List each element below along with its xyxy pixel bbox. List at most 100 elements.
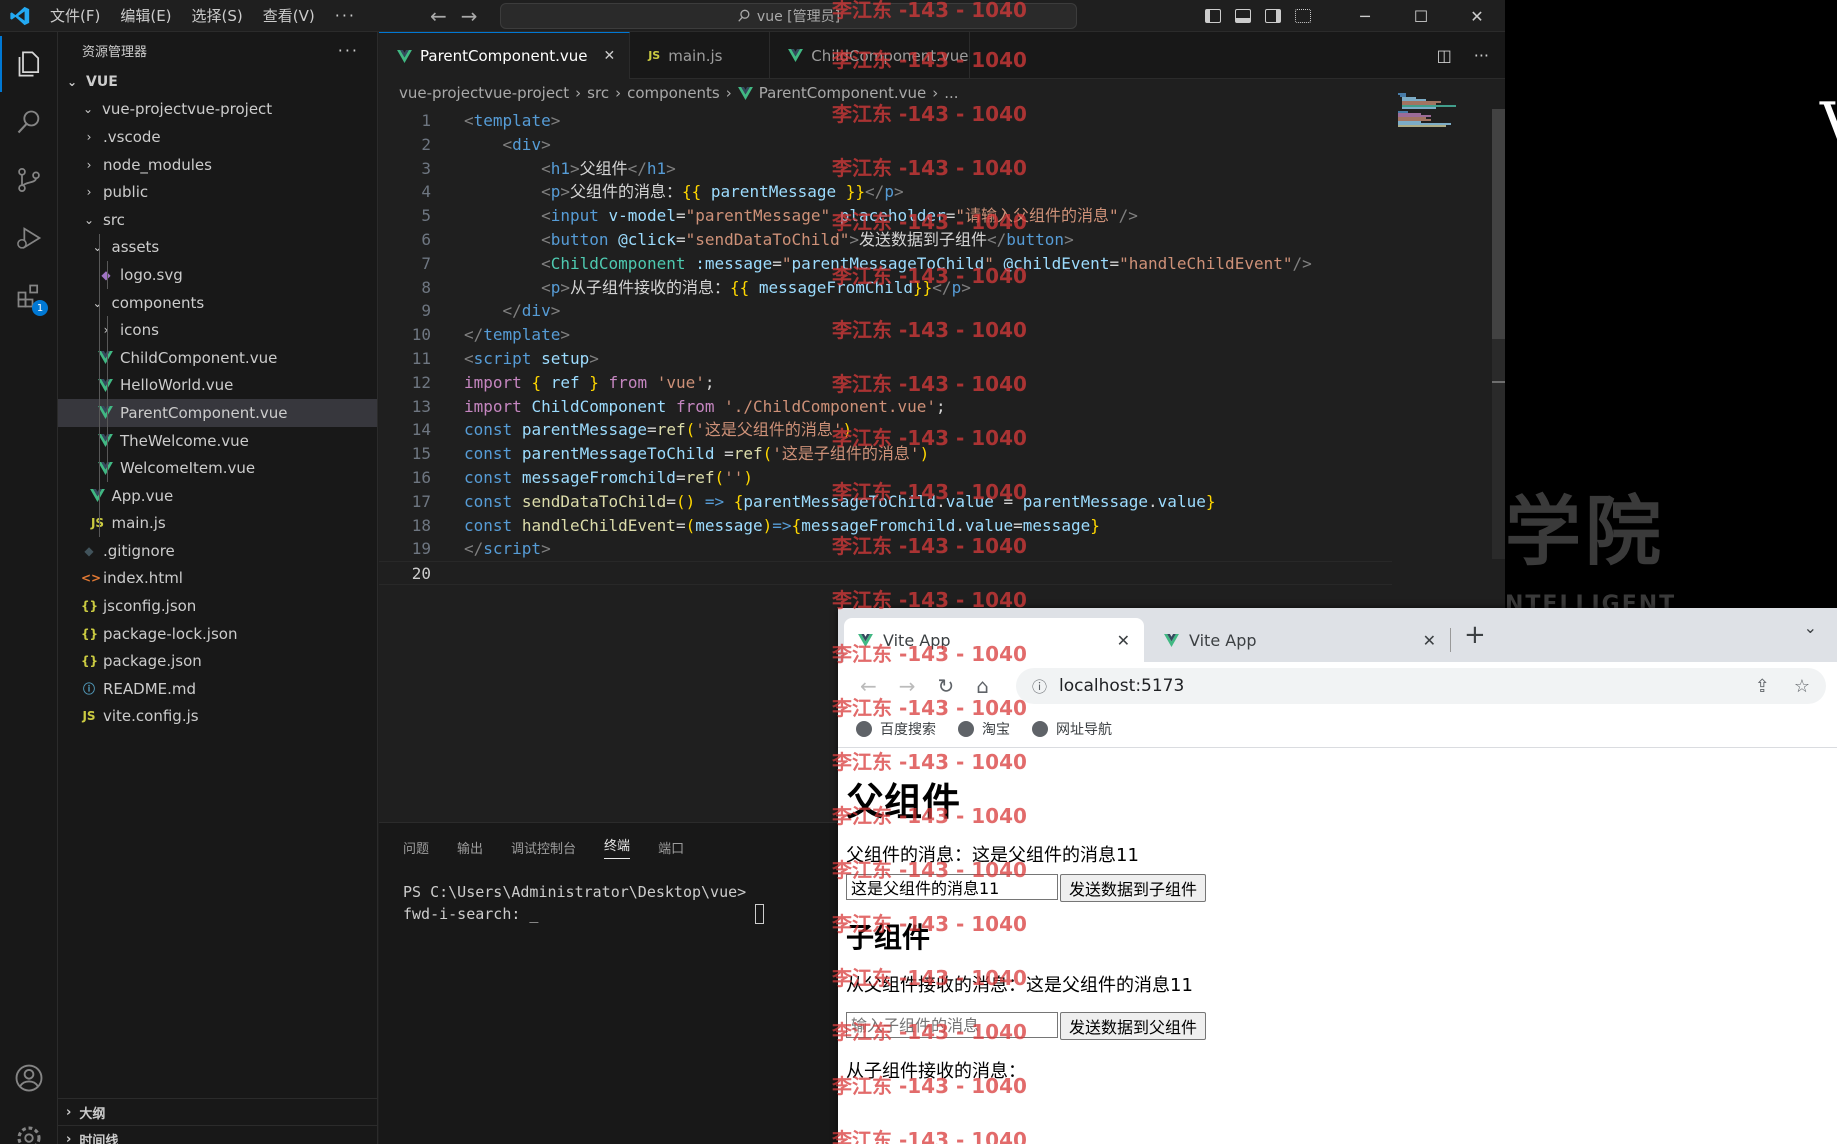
file-item[interactable]: JS main.js: [58, 509, 377, 538]
menu-item[interactable]: 查看(V): [253, 0, 325, 32]
tab-main-js[interactable]: JS main.js: [630, 32, 771, 79]
file-item[interactable]: App.vue: [58, 481, 377, 510]
folder-item[interactable]: › node_modules: [58, 151, 377, 179]
toggle-sidebar-icon[interactable]: [1205, 9, 1221, 23]
tab-ports[interactable]: 端口: [658, 838, 684, 857]
folder-item[interactable]: › icons: [58, 316, 377, 344]
file-item[interactable]: WelcomeItem.vue: [58, 454, 377, 482]
minimap[interactable]: [1396, 92, 1466, 132]
tab-terminal[interactable]: 终端: [604, 835, 631, 859]
code-line: 11 <script setup>: [411, 348, 599, 368]
chevron-right-icon: ›: [86, 129, 92, 144]
project-folder[interactable]: ⌄ vue-projectvue-project: [58, 96, 377, 124]
workspace-root[interactable]: ⌄ VUE: [58, 68, 377, 96]
browser-tab[interactable]: Vite App ✕: [1150, 618, 1450, 662]
send-to-child-button[interactable]: 发送数据到子组件: [1060, 874, 1207, 902]
split-editor-icon[interactable]: ◫: [1437, 46, 1452, 65]
bookmark-item[interactable]: 网址导航: [1032, 719, 1112, 739]
indent-guide: [98, 454, 100, 482]
file-item[interactable]: {} jsconfig.json: [58, 592, 377, 620]
browser-tab-active[interactable]: Vite App ✕: [844, 618, 1144, 662]
minimize-button[interactable]: ─: [1337, 0, 1393, 32]
tab-problems[interactable]: 问题: [403, 838, 429, 857]
chevron-down-icon: ⌄: [82, 102, 94, 117]
menu-more-button[interactable]: ···: [325, 6, 366, 25]
forward-arrow-icon[interactable]: →: [899, 674, 916, 698]
file-item[interactable]: ⓘ README.md: [58, 675, 377, 703]
forward-arrow-icon[interactable]: →: [461, 4, 478, 28]
file-item[interactable]: HelloWorld.vue: [58, 371, 377, 400]
file-item[interactable]: ChildComponent.vue: [58, 343, 377, 372]
timeline-section[interactable]: › 时间线: [58, 1125, 378, 1144]
back-arrow-icon[interactable]: ←: [430, 4, 447, 28]
code-editor[interactable]: 1 <template> 2 <div> 3 <h1>父组件</h1> 4 <p>…: [379, 109, 1479, 609]
bookmark-item[interactable]: 淘宝: [958, 719, 1010, 739]
breadcrumb-item[interactable]: src: [587, 84, 609, 102]
send-to-parent-button[interactable]: 发送数据到父组件: [1060, 1012, 1207, 1040]
chevron-right-icon: ›: [932, 84, 939, 102]
editor-scrollbar[interactable]: [1492, 109, 1505, 559]
file-item[interactable]: {} package-lock.json: [58, 620, 377, 648]
file-item[interactable]: ◆ .gitignore: [58, 537, 377, 565]
file-item[interactable]: JS vite.config.js: [58, 703, 377, 731]
outline-label: 大纲: [79, 1106, 106, 1122]
menu-item[interactable]: 选择(S): [182, 0, 253, 32]
file-item[interactable]: ◆ logo.svg: [58, 261, 377, 289]
file-item[interactable]: TheWelcome.vue: [58, 426, 377, 455]
tab-search-icon[interactable]: ⌄: [1804, 618, 1817, 637]
menu-item[interactable]: 文件(F): [40, 0, 110, 32]
indent-guide: [98, 481, 100, 510]
more-actions-icon[interactable]: ···: [1474, 46, 1489, 65]
account-icon[interactable]: [0, 1050, 58, 1106]
extensions-icon[interactable]: 1: [0, 268, 58, 324]
vue-file-icon: [98, 378, 114, 392]
close-window-button[interactable]: ✕: [1449, 0, 1505, 32]
reload-icon[interactable]: ↻: [938, 674, 955, 698]
bookmark-item[interactable]: 百度搜索: [856, 719, 936, 739]
address-bar[interactable]: ⓘ localhost:5173 ⇪ ☆: [1016, 668, 1826, 704]
folder-item[interactable]: ⌄ components: [58, 288, 377, 317]
settings-gear-icon[interactable]: [0, 1110, 58, 1144]
file-item[interactable]: ParentComponent.vue: [58, 399, 377, 427]
folder-item[interactable]: › public: [58, 178, 377, 206]
parent-message-input[interactable]: [846, 874, 1058, 900]
close-tab-icon[interactable]: ✕: [1423, 631, 1436, 650]
folder-item[interactable]: ⌄ assets: [58, 233, 377, 262]
file-item[interactable]: {} package.json: [58, 647, 377, 675]
tab-debug-console[interactable]: 调试控制台: [511, 838, 576, 857]
tab-parentcomponent[interactable]: ParentComponent.vue ✕: [379, 32, 631, 79]
source-control-icon[interactable]: [0, 152, 58, 208]
file-item[interactable]: <> index.html: [58, 565, 377, 593]
back-arrow-icon[interactable]: ←: [860, 674, 877, 698]
close-tab-icon[interactable]: ✕: [1117, 631, 1130, 650]
breadcrumb-item[interactable]: vue-projectvue-project: [399, 84, 569, 102]
share-icon[interactable]: ⇪: [1755, 676, 1770, 697]
child-message-input[interactable]: [846, 1012, 1058, 1038]
customize-layout-icon[interactable]: [1295, 9, 1311, 23]
outline-section[interactable]: › 大纲: [58, 1098, 378, 1125]
search-icon[interactable]: [0, 94, 58, 150]
scrollbar-thumb[interactable]: [1492, 109, 1505, 339]
maximize-button[interactable]: ☐: [1393, 0, 1449, 32]
tab-output[interactable]: 输出: [457, 838, 483, 857]
home-icon[interactable]: ⌂: [976, 674, 989, 698]
folder-item[interactable]: › .vscode: [58, 123, 377, 151]
menu-item[interactable]: 编辑(E): [110, 0, 181, 32]
timeline-label: 时间线: [79, 1133, 119, 1144]
explorer-icon[interactable]: [0, 36, 58, 92]
command-center[interactable]: vue [管理员]: [500, 3, 1077, 29]
breadcrumb-item[interactable]: ...: [944, 84, 958, 102]
indent-guide: [107, 399, 108, 427]
breadcrumb-item[interactable]: ParentComponent.vue: [759, 84, 926, 102]
info-icon[interactable]: ⓘ: [1032, 676, 1047, 697]
new-tab-button[interactable]: +: [1464, 620, 1486, 650]
toggle-secondary-sidebar-icon[interactable]: [1265, 9, 1281, 23]
breadcrumb-item[interactable]: components: [627, 84, 720, 102]
explorer-more-button[interactable]: ···: [338, 41, 359, 60]
close-icon[interactable]: ✕: [603, 48, 615, 64]
tab-childcomponent[interactable]: ChildComponent.vue: [770, 32, 971, 79]
folder-item[interactable]: ⌄ src: [58, 206, 377, 234]
toggle-panel-icon[interactable]: [1235, 9, 1251, 23]
run-debug-icon[interactable]: [0, 210, 58, 266]
bookmark-star-icon[interactable]: ☆: [1794, 676, 1810, 697]
